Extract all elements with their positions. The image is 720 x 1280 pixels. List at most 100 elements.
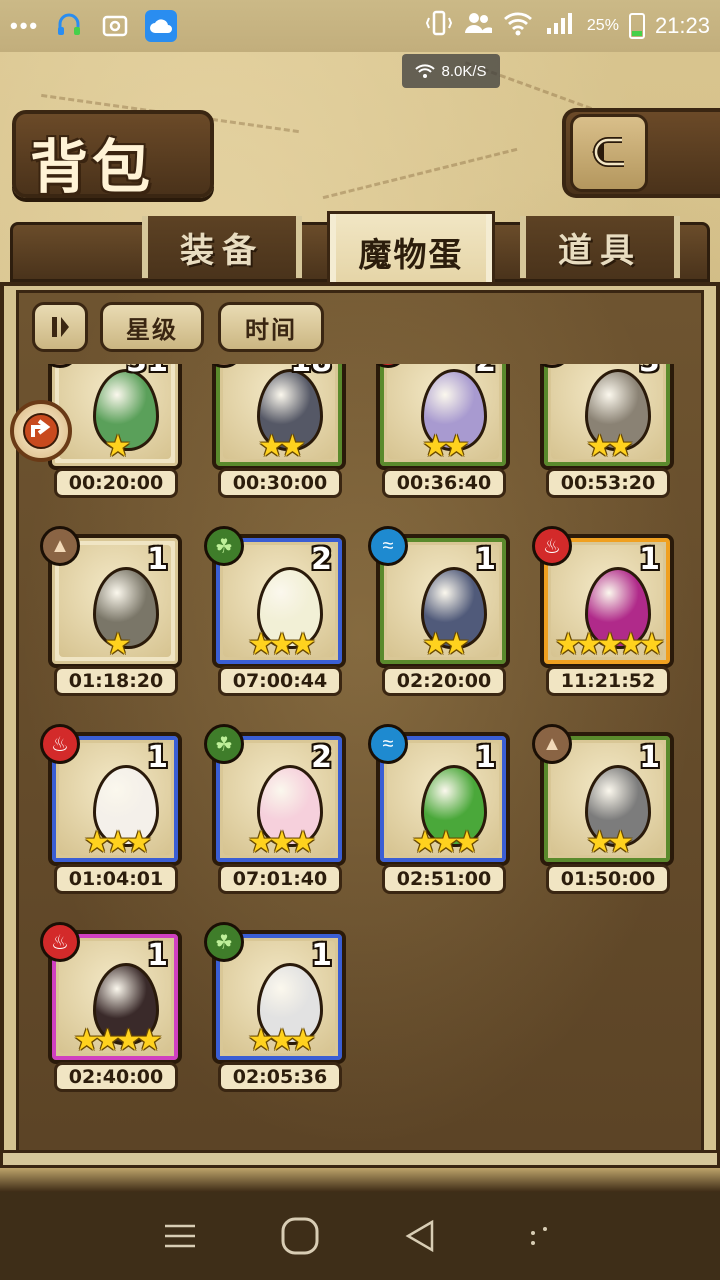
battery-percent: 25% <box>586 17 619 34</box>
clock: 21:23 <box>654 13 710 38</box>
network-speed-overlay: 8.0K/S <box>402 54 500 88</box>
egg-card[interactable]: 1 ★★ ▲ 01:50:00 <box>532 724 678 894</box>
egg-grid: 31 ★ ▲ 00:20:00 18 ★★ ▲ 00:30:00 2 ★★ ♨ 00:36:40 3 ★★… <box>20 364 700 1144</box>
sort-toggle-button[interactable] <box>32 302 88 352</box>
star-rating: ★★★★ <box>73 1024 163 1057</box>
fire-element-icon: ♨ <box>40 724 80 764</box>
egg-count: 31 <box>126 364 168 379</box>
star-rating: ★★★ <box>247 826 317 859</box>
status-bar: ••• 25% 21:23 <box>0 0 720 52</box>
hatch-timer: 07:01:40 <box>218 864 342 894</box>
egg-count: 18 <box>290 364 332 379</box>
hatch-timer: 02:51:00 <box>382 864 506 894</box>
page-title: 背包 <box>30 133 155 201</box>
grass-element-icon: ☘ <box>204 922 244 962</box>
grass-element-icon: ☘ <box>204 526 244 566</box>
fire-element-icon: ♨ <box>532 526 572 566</box>
more-button[interactable] <box>515 1211 565 1261</box>
hatch-timer: 01:50:00 <box>546 864 670 894</box>
egg-card[interactable]: 1 ★ ▲ 01:18:20 <box>40 526 186 696</box>
back-nav-button[interactable] <box>395 1211 445 1261</box>
egg-card[interactable]: 3★★▲00:53:20 <box>532 364 678 498</box>
star-rating: ★★★ <box>247 628 317 661</box>
hatch-timer: 02:05:36 <box>218 1062 342 1092</box>
egg-card[interactable]: 2 ★★★ ☘ 07:00:44 <box>204 526 350 696</box>
star-rating: ★★ <box>586 826 634 859</box>
egg-count: 2 <box>311 740 332 775</box>
hatch-timer: 11:21:52 <box>546 666 670 696</box>
back-button[interactable] <box>570 114 648 192</box>
screenshot-icon <box>99 10 131 42</box>
back-arrow-icon <box>592 137 624 167</box>
star-rating: ★★★ <box>247 1024 317 1057</box>
up-arrow-icon <box>23 413 59 449</box>
sort-by-time-button[interactable]: 时间 <box>218 302 324 352</box>
panel-bottom-rail <box>0 1150 720 1168</box>
hatch-timer: 00:20:00 <box>54 468 178 498</box>
egg-card[interactable]: 1 ★★★ ♨ 01:04:01 <box>40 724 186 894</box>
egg-count: 1 <box>475 740 496 775</box>
hatch-timer: 02:20:00 <box>382 666 506 696</box>
signal-icon <box>543 10 577 42</box>
tab-equipment[interactable]: 装备 <box>142 216 302 278</box>
home-icon <box>281 1217 319 1255</box>
egg-count: 3 <box>639 364 660 379</box>
star-rating: ★★ <box>422 628 470 661</box>
egg-card[interactable]: 1 ★★★★ ♨ 02:40:00 <box>40 922 186 1092</box>
fire-element-icon: ♨ <box>40 922 80 962</box>
scroll-top-button[interactable] <box>10 400 72 462</box>
pause-sort-icon <box>52 317 69 337</box>
hatch-timer: 00:36:40 <box>382 468 506 498</box>
earth-element-icon: ▲ <box>532 724 572 764</box>
egg-card-frame: 2 ★★ <box>376 364 510 470</box>
egg-card[interactable]: 1 ★★★ ≈02:51:00 <box>368 724 514 894</box>
tab-items[interactable]: 道具 <box>520 216 680 278</box>
hatch-timer: 00:30:00 <box>218 468 342 498</box>
headset-icon <box>53 10 85 42</box>
star-rating: ★ <box>104 628 132 661</box>
hatch-timer: 02:40:00 <box>54 1062 178 1092</box>
home-button[interactable] <box>275 1211 325 1261</box>
wifi-small-icon <box>415 64 436 78</box>
star-rating: ★★ <box>258 430 306 463</box>
star-rating: ★★★ <box>411 826 481 859</box>
egg-count: 1 <box>147 938 168 973</box>
egg-card-frame: 3 ★★ <box>540 364 674 470</box>
egg-count: 2 <box>475 364 496 379</box>
egg-count: 1 <box>311 938 332 973</box>
egg-card[interactable]: 1 ★★★ ☘ 02:05:36 <box>204 922 350 1092</box>
title-plate: 背包 <box>12 110 214 201</box>
egg-count: 1 <box>639 740 660 775</box>
egg-card[interactable]: 1 ★★ ≈02:20:00 <box>368 526 514 696</box>
vibrate-icon <box>425 9 453 43</box>
egg-count: 1 <box>639 542 660 577</box>
star-rating: ★★★ <box>83 826 153 859</box>
hatch-timer: 07:00:44 <box>218 666 342 696</box>
sort-by-star-button[interactable]: 星级 <box>100 302 204 352</box>
egg-card[interactable]: 18★★▲00:30:00 <box>204 364 350 498</box>
status-dots: ••• <box>10 13 40 38</box>
hatch-timer: 01:18:20 <box>54 666 178 696</box>
cloud-icon <box>145 10 178 42</box>
back-icon <box>405 1219 434 1253</box>
tab-monster-eggs[interactable]: 魔物蛋 <box>330 214 492 290</box>
egg-card[interactable]: 1 ★★★★★ ♨ 11:21:52 <box>532 526 678 696</box>
bottom-decoration <box>0 1168 720 1192</box>
dots-icon <box>531 1227 547 1245</box>
egg-count: 1 <box>475 542 496 577</box>
star-rating: ★★ <box>422 430 470 463</box>
egg-card-frame: 18 ★★ <box>212 364 346 470</box>
wifi-icon <box>503 10 533 42</box>
system-nav-bar <box>0 1192 720 1280</box>
network-speed-text: 8.0K/S <box>441 62 487 80</box>
egg-card[interactable]: 2★★♨00:36:40 <box>368 364 514 498</box>
contacts-icon <box>463 9 493 43</box>
egg-count: 1 <box>147 542 168 577</box>
battery-icon <box>628 13 645 39</box>
egg-count: 2 <box>311 542 332 577</box>
grass-element-icon: ☘ <box>204 724 244 764</box>
star-rating: ★★ <box>586 430 634 463</box>
egg-count: 1 <box>147 740 168 775</box>
menu-button[interactable] <box>155 1211 205 1261</box>
egg-card[interactable]: 2 ★★★ ☘ 07:01:40 <box>204 724 350 894</box>
